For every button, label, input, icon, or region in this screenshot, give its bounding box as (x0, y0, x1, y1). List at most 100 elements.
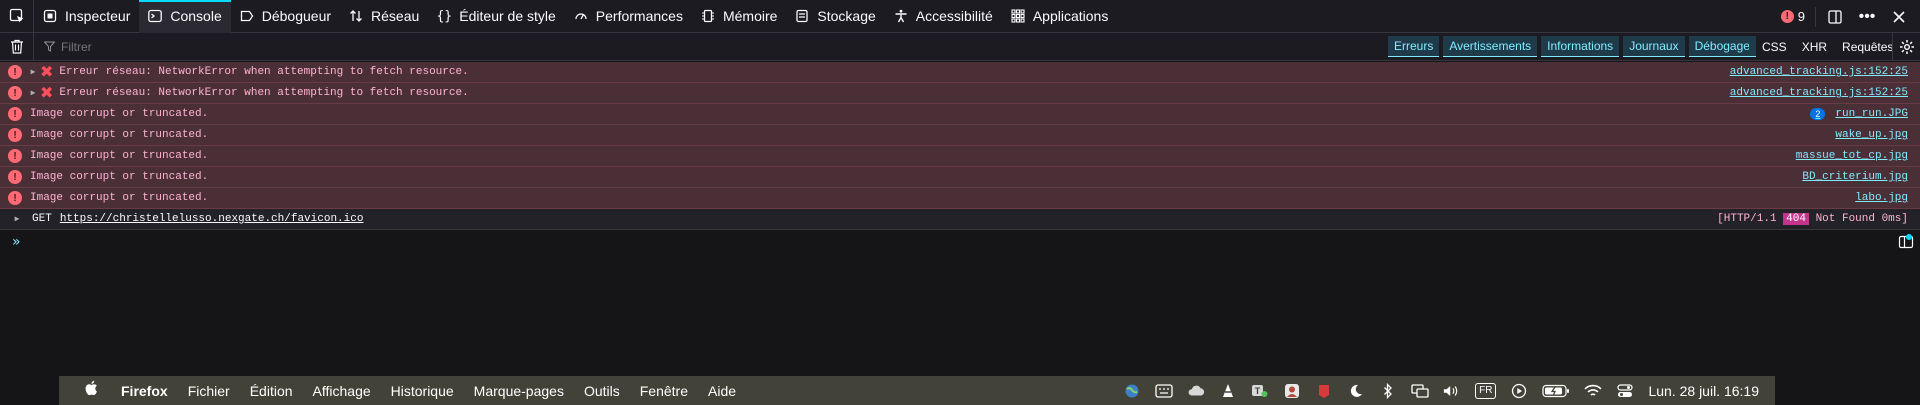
tab-applications[interactable]: Applications (1002, 0, 1118, 33)
console-icon (148, 9, 163, 23)
console-message-error[interactable]: ! Image corrupt or truncated. massue_tot… (0, 146, 1920, 167)
tab-label: Accessibilité (915, 8, 993, 24)
source-location[interactable]: advanced_tracking.js:152:25 (1730, 66, 1908, 78)
tab-performance[interactable]: Performances (565, 0, 692, 33)
performance-icon (574, 9, 588, 23)
tab-inspector[interactable]: Inspecteur (34, 0, 139, 33)
wifi-icon[interactable] (1584, 382, 1603, 400)
error-icon: ! (1780, 10, 1794, 23)
request-url-link[interactable]: https://christellelusso.nexgate.ch/favic… (60, 213, 364, 225)
message-source-link[interactable]: wake_up.jpg (1835, 125, 1908, 145)
expand-arrow-icon[interactable]: ▶ (12, 214, 22, 224)
play-circle-icon[interactable] (1510, 382, 1528, 400)
network-request-row[interactable]: ▶ GET https://christellelusso.nexgate.ch… (0, 209, 1920, 230)
avatar-app-icon[interactable] (1283, 382, 1301, 400)
message-text: Image corrupt or truncated. (30, 129, 209, 141)
red-badge-app-icon[interactable] (1315, 382, 1333, 400)
apple-logo-icon[interactable] (71, 380, 111, 401)
vlc-cone-icon[interactable] (1219, 382, 1237, 400)
clear-console-button[interactable] (0, 32, 34, 61)
tab-debugger[interactable]: Débogueur (231, 0, 340, 33)
source-location[interactable]: wake_up.jpg (1835, 129, 1908, 141)
message-source-link[interactable]: BD_criterium.jpg (1802, 167, 1908, 187)
message-source-link[interactable]: labo.jpg (1855, 188, 1908, 208)
source-location[interactable]: labo.jpg (1855, 192, 1908, 204)
menu-bar-clock[interactable]: Lun. 28 juil. 16:19 (1648, 383, 1759, 399)
dock-toggle-button[interactable] (1822, 4, 1848, 30)
error-icon: ! (8, 65, 22, 79)
bluetooth-icon[interactable] (1379, 382, 1397, 400)
error-counter[interactable]: ! 9 (1771, 6, 1816, 27)
message-source-link[interactable]: massue_tot_cp.jpg (1796, 146, 1908, 166)
menu-view[interactable]: Affichage (303, 383, 381, 399)
cloud-icon[interactable] (1187, 382, 1205, 400)
tab-network[interactable]: Réseau (340, 0, 428, 33)
more-options-button[interactable]: ••• (1854, 4, 1880, 30)
expand-arrow-icon[interactable]: ▶ (28, 67, 38, 77)
keyboard-viewer-icon[interactable] (1155, 382, 1173, 400)
menu-file[interactable]: Fichier (178, 383, 240, 399)
menu-edit[interactable]: Édition (240, 383, 303, 399)
message-text: Image corrupt or truncated. (30, 108, 209, 120)
console-settings-button[interactable] (1892, 33, 1920, 61)
console-message-error[interactable]: ! Image corrupt or truncated. BD_criteri… (0, 167, 1920, 188)
filter-logs-button[interactable]: Journaux (1623, 36, 1685, 57)
message-text: Image corrupt or truncated. (30, 171, 209, 183)
tab-style-editor[interactable]: {} Éditeur de style (428, 0, 565, 33)
more-icon: ••• (1858, 7, 1876, 25)
filter-xhr-button[interactable]: XHR (1796, 36, 1833, 57)
menu-history[interactable]: Historique (381, 383, 464, 399)
style-editor-icon: {} (436, 8, 453, 24)
tab-label: Réseau (371, 8, 420, 24)
error-icon: ! (8, 191, 22, 205)
status-prefix: [HTTP/1.1 (1717, 213, 1784, 225)
console-message-error[interactable]: ! Image corrupt or truncated. wake_up.jp… (0, 125, 1920, 146)
dock-icon (1828, 9, 1842, 24)
network-error-icon: ✖ (40, 62, 54, 81)
console-input-row[interactable]: » (0, 231, 1920, 253)
menu-app-firefox[interactable]: Firefox (111, 383, 178, 399)
filter-input[interactable] (61, 39, 361, 54)
console-message-error[interactable]: ! ▶ ✖ Erreur réseau: NetworkError when a… (0, 83, 1920, 104)
message-source-link[interactable]: advanced_tracking.js:152:25 (1730, 83, 1908, 103)
tab-accessibility[interactable]: Accessibilité (885, 0, 1002, 33)
message-source-link[interactable]: 2 run_run.JPG (1810, 104, 1908, 124)
element-picker-button[interactable] (0, 0, 34, 33)
filter-errors-button[interactable]: Erreurs (1388, 36, 1440, 57)
battery-charging-icon[interactable] (1542, 382, 1570, 400)
notification-dot (1906, 234, 1912, 240)
console-message-error[interactable]: ! Image corrupt or truncated. 2 run_run.… (0, 104, 1920, 125)
teams-icon[interactable]: T (1251, 382, 1269, 400)
filter-warnings-button[interactable]: Avertissements (1443, 36, 1538, 57)
editor-mode-toggle-button[interactable] (1898, 234, 1914, 250)
expand-arrow-icon[interactable]: ▶ (28, 88, 38, 98)
night-shift-moon-icon[interactable] (1347, 382, 1365, 400)
control-center-icon[interactable] (1616, 382, 1634, 400)
message-source-link[interactable]: advanced_tracking.js:152:25 (1730, 62, 1908, 82)
input-source-indicator[interactable]: FR (1475, 382, 1497, 399)
filter-debug-button[interactable]: Débogage (1688, 36, 1756, 57)
filter-info-button[interactable]: Informations (1541, 36, 1620, 57)
tab-console[interactable]: Console (139, 0, 232, 33)
console-message-error[interactable]: ! ▶ ✖ Erreur réseau: NetworkError when a… (0, 62, 1920, 83)
volume-icon[interactable] (1443, 382, 1461, 400)
console-message-error[interactable]: ! Image corrupt or truncated. labo.jpg (0, 188, 1920, 209)
menu-help[interactable]: Aide (698, 383, 746, 399)
filter-requests-button[interactable]: Requêtes (1836, 36, 1899, 57)
tab-label: Éditeur de style (459, 8, 556, 24)
close-button[interactable] (1886, 4, 1912, 30)
repeat-count-badge: 2 (1810, 108, 1826, 120)
menu-window[interactable]: Fenêtre (630, 383, 698, 399)
tab-memory[interactable]: Mémoire (692, 0, 786, 33)
globe-app-icon[interactable] (1123, 382, 1141, 400)
menu-bookmarks[interactable]: Marque-pages (464, 383, 574, 399)
filter-css-button[interactable]: CSS (1756, 36, 1793, 57)
source-location[interactable]: advanced_tracking.js:152:25 (1730, 87, 1908, 99)
http-status: [HTTP/1.1 404 Not Found 0ms] (1717, 209, 1908, 229)
source-location[interactable]: run_run.JPG (1835, 108, 1908, 120)
source-location[interactable]: BD_criterium.jpg (1802, 171, 1908, 183)
screen-mirroring-icon[interactable] (1411, 382, 1429, 400)
menu-tools[interactable]: Outils (574, 383, 630, 399)
source-location[interactable]: massue_tot_cp.jpg (1796, 150, 1908, 162)
tab-storage[interactable]: Stockage (786, 0, 884, 33)
